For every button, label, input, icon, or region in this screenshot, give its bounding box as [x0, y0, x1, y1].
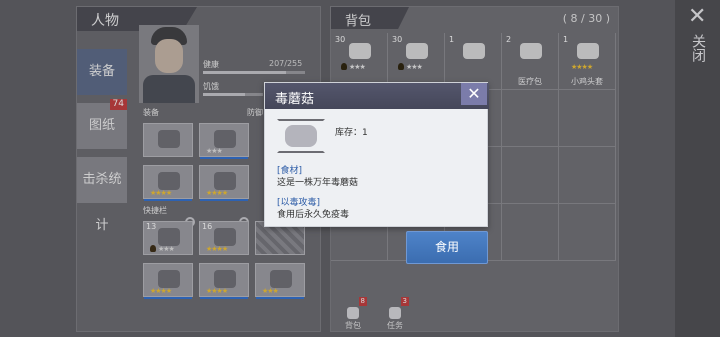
hunger-bar — [203, 93, 263, 96]
quick-slot-4[interactable]: ★★★★ — [143, 263, 193, 299]
tab-backpack[interactable]: 8 背包 — [333, 295, 373, 333]
health-label: 健康 — [203, 60, 219, 69]
hat-icon — [158, 130, 180, 148]
arrow-icon — [406, 43, 428, 59]
backpack-title-text: 背包 — [345, 14, 372, 29]
backpack-slot[interactable] — [559, 147, 616, 204]
tab-backpack-label: 背包 — [345, 321, 361, 330]
arrow-icon — [158, 228, 180, 246]
backpack-slot[interactable] — [502, 147, 559, 204]
chicken-hood-icon — [577, 43, 599, 59]
spear-icon — [270, 270, 292, 288]
popup-close-icon[interactable]: ✕ — [461, 83, 487, 105]
hunger-label: 饥饿 — [203, 82, 219, 91]
quick-slot-6[interactable]: ★★★ — [255, 263, 305, 299]
item-stock: 库存：1 — [335, 128, 368, 138]
backpack-icon — [347, 307, 359, 319]
tab-tasks-label: 任务 — [387, 321, 403, 330]
pants-icon — [214, 172, 236, 190]
quickbar-label: 快捷栏 — [143, 206, 167, 215]
tab-tasks[interactable]: 3 任务 — [375, 295, 415, 333]
backpack-slot[interactable] — [559, 90, 616, 147]
backpack-slot-medkit[interactable]: 2 医疗包 — [502, 33, 559, 90]
meat-icon — [463, 43, 485, 59]
backpack-title: 背包 — [331, 7, 409, 29]
rifle-icon — [214, 270, 236, 288]
tab-blueprints[interactable]: 图纸 74 — [77, 99, 127, 149]
equip-slot-pants[interactable]: ★★★★ — [199, 165, 249, 201]
health-value: 207/255 — [269, 59, 303, 68]
item-category-desc: 这是一株万年毒蘑菇 — [277, 178, 359, 188]
backpack-slot[interactable] — [502, 90, 559, 147]
blueprints-badge: 74 — [109, 99, 127, 110]
tab-kill-stats[interactable]: 击杀统计 — [77, 157, 127, 233]
quick-slot-1[interactable]: 13 ★★★ — [143, 221, 193, 255]
defense-label: 防御 — [247, 108, 263, 117]
vest-icon — [214, 130, 236, 148]
item-detail-popup: 毒蘑菇 ✕ 库存：1 [食材] 这是一株万年毒蘑菇 [以毒攻毒] 食用后永久免疫… — [264, 82, 489, 227]
tab-blueprints-label: 图纸 — [88, 118, 115, 133]
backpack-badge: 8 — [358, 297, 367, 306]
backpack-count: ( 8 / 30 ) — [562, 12, 610, 25]
tasks-badge: 3 — [400, 297, 409, 306]
character-title-text: 人物 — [91, 13, 119, 29]
equip-slot-head[interactable] — [143, 123, 193, 157]
close-label[interactable]: 关闭 — [690, 34, 706, 62]
popup-title: 毒蘑菇 — [275, 92, 315, 107]
flame-icon — [398, 63, 404, 70]
popup-header: 毒蘑菇 — [265, 83, 489, 109]
bullets-icon — [214, 228, 236, 246]
item-effect-desc: 食用后永久免疫毒 — [277, 210, 350, 220]
flame-icon — [341, 63, 347, 70]
bow-icon — [158, 270, 180, 288]
tab-equipment[interactable]: 装备 — [77, 49, 127, 95]
mushroom-icon — [285, 125, 317, 147]
tab-kill-stats-label: 击杀统计 — [82, 172, 122, 233]
use-button[interactable]: 食用 — [406, 231, 488, 264]
medkit-icon — [520, 43, 542, 59]
gloves-icon — [158, 172, 180, 190]
equip-slot-armor[interactable]: ★★★ — [199, 123, 249, 159]
task-icon — [389, 307, 401, 319]
backpack-slot[interactable] — [559, 204, 616, 261]
quick-slot-5[interactable]: ★★★★ — [199, 263, 249, 299]
backpack-slot[interactable] — [502, 204, 559, 261]
equip-slot-gloves[interactable]: ★★★★ — [143, 165, 193, 201]
character-portrait — [139, 25, 199, 103]
close-icon[interactable]: ✕ — [688, 6, 706, 28]
arrow-icon — [349, 43, 371, 59]
tab-equipment-label: 装备 — [88, 64, 115, 79]
equipment-label: 装备 — [143, 108, 159, 117]
flame-icon — [150, 245, 156, 252]
health-bar — [203, 71, 305, 74]
backpack-slot-chicken-hood[interactable]: 1 ★★★★ 小鸡头套 — [559, 33, 616, 90]
quick-slot-2[interactable]: 16 ★★★★ — [199, 221, 249, 255]
